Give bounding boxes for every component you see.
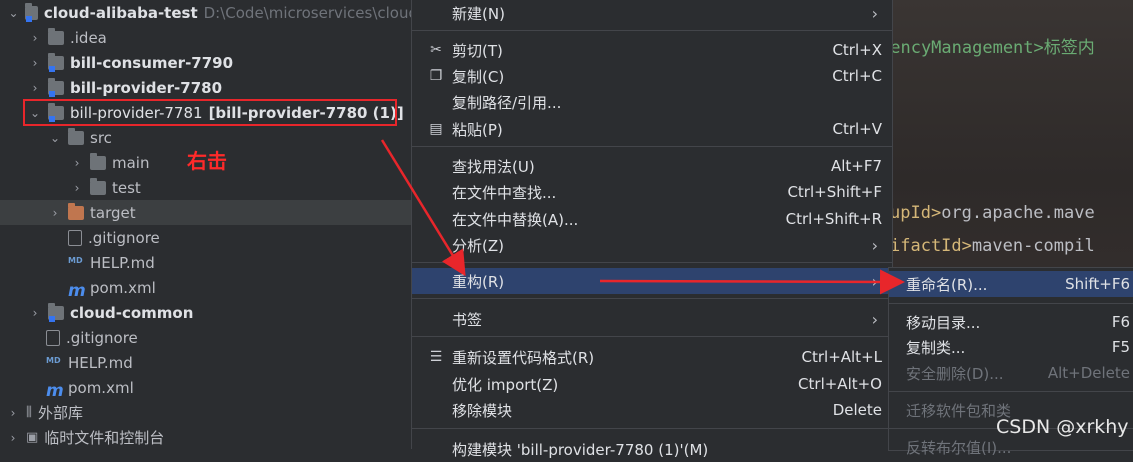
arrow-to-refactor — [380, 139, 466, 277]
watermark: CSDN @xrkhy — [996, 416, 1129, 438]
arrow-to-rename — [599, 269, 905, 295]
annotation-arrows — [380, 139, 905, 295]
